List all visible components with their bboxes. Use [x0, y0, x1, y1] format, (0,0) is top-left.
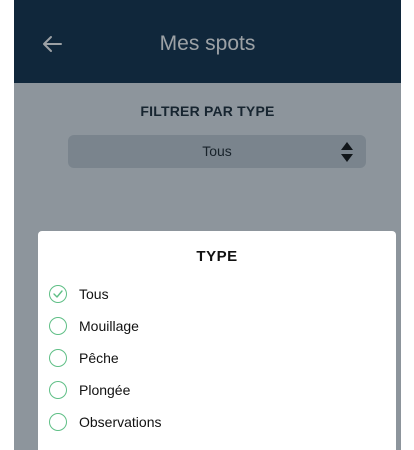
radio-unchecked-icon	[49, 317, 67, 335]
type-option[interactable]: Tous	[49, 278, 161, 310]
type-options: Tous Mouillage Pêche Plongée Observations	[49, 278, 161, 438]
type-option[interactable]: Plongée	[49, 374, 161, 406]
type-option[interactable]: Observations	[49, 406, 161, 438]
type-option-label: Plongée	[79, 382, 131, 398]
type-option[interactable]: Mouillage	[49, 310, 161, 342]
radio-unchecked-icon	[49, 381, 67, 399]
type-option-label: Pêche	[79, 350, 119, 366]
type-option-label: Observations	[79, 414, 162, 430]
app-screen: Mes spots FILTRER PAR TYPE Tous TYPE Tou…	[14, 0, 401, 450]
type-dialog: TYPE Tous Mouillage Pêche Plongée Observatio…	[38, 231, 396, 450]
type-option[interactable]: Pêche	[49, 342, 161, 374]
radio-unchecked-icon	[49, 413, 67, 431]
type-option-label: Tous	[79, 286, 109, 302]
radio-checked-icon	[49, 285, 67, 303]
radio-unchecked-icon	[49, 349, 67, 367]
check-icon	[53, 290, 63, 298]
type-option-label: Mouillage	[79, 318, 139, 334]
dialog-title: TYPE	[196, 248, 238, 265]
